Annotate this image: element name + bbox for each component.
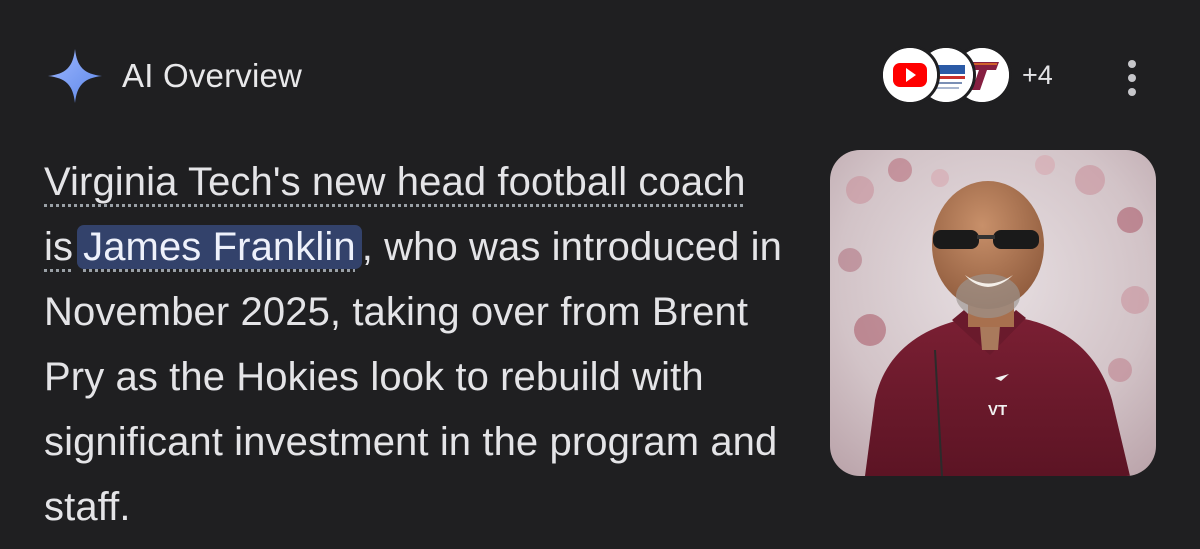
- sparkle-icon: [48, 49, 102, 103]
- summary-text: , who was introduced in November 2025, t…: [44, 225, 782, 529]
- more-vert-icon[interactable]: [1112, 52, 1152, 104]
- more-sources-count[interactable]: +4: [1022, 60, 1053, 91]
- coach-photo[interactable]: VT: [830, 150, 1156, 476]
- highlighted-entity-james-franklin[interactable]: James Franklin: [77, 225, 362, 269]
- overview-summary: Virginia Tech's new head football coach …: [44, 150, 804, 540]
- ai-overview-title: AI Overview: [122, 57, 303, 94]
- source-favicons[interactable]: +4: [880, 45, 1053, 105]
- vt-logo-text: VT: [988, 402, 1007, 419]
- ai-overview-header: AI Overview: [44, 46, 302, 106]
- youtube-favicon[interactable]: [880, 45, 940, 105]
